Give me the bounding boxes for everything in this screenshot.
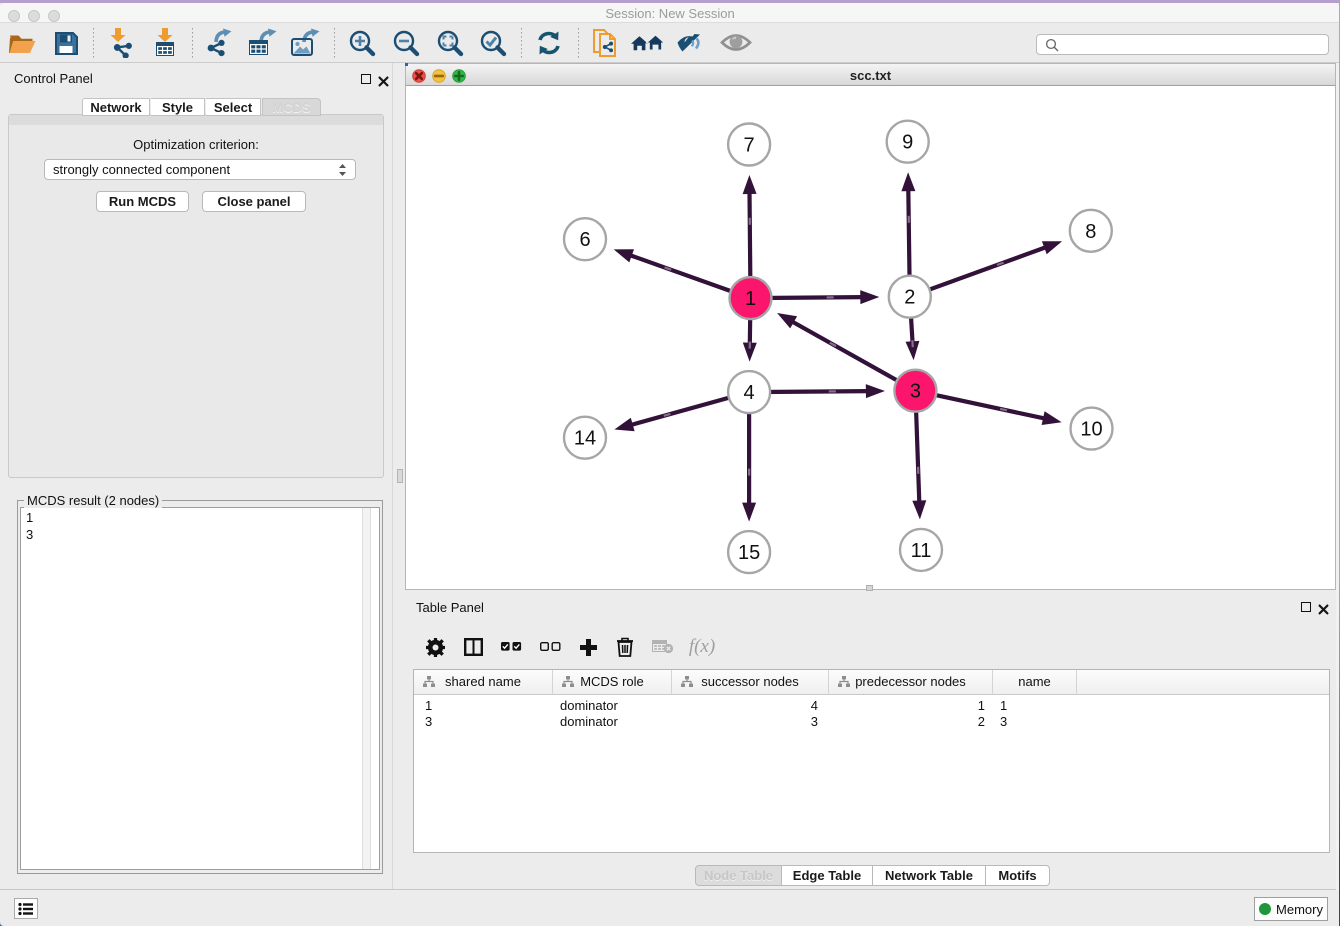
svg-text:7: 7	[744, 135, 755, 157]
svg-text:4: 4	[744, 382, 755, 404]
svg-text:10: 10	[1080, 419, 1102, 441]
svg-text:8: 8	[1085, 221, 1096, 243]
svg-text:3: 3	[910, 381, 921, 403]
svg-text:2: 2	[904, 287, 915, 309]
svg-text:11: 11	[911, 540, 932, 562]
svg-text:15: 15	[738, 542, 760, 564]
svg-text:6: 6	[579, 229, 590, 251]
svg-text:14: 14	[574, 428, 596, 450]
svg-text:1: 1	[745, 288, 756, 310]
svg-text:9: 9	[902, 132, 913, 154]
